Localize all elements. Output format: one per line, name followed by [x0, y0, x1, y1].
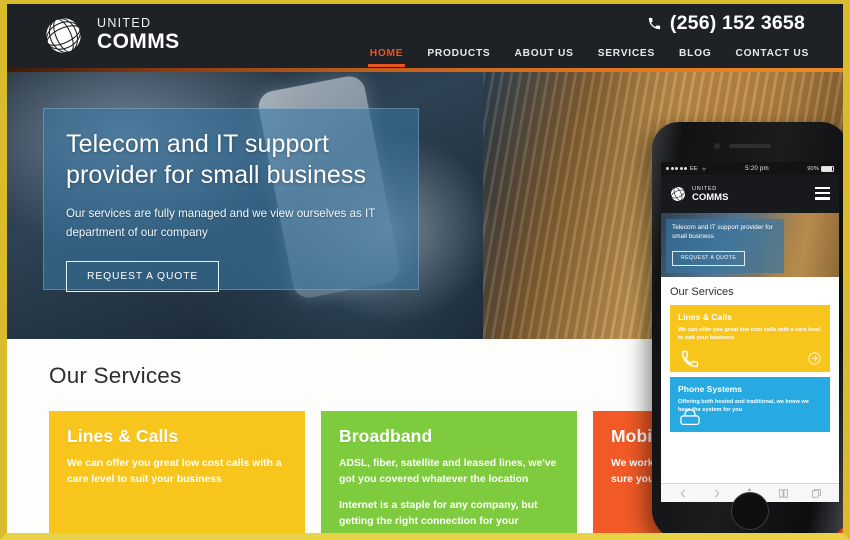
mobile-device-icon: [613, 533, 659, 540]
front-camera-icon: [714, 143, 720, 149]
brand-name-bottom: COMMS: [97, 30, 180, 54]
main-navigation: HOME PRODUCTS ABOUT US SERVICES BLOG CON…: [367, 48, 809, 67]
service-card-broadband[interactable]: Broadband ADSL, fiber, satellite and lea…: [321, 411, 577, 540]
nav-item-services[interactable]: SERVICES: [598, 48, 655, 67]
iphone-mockup: EE 5:20 pm 90% UNITED COMMS Telecom and …: [652, 122, 843, 533]
hamburger-menu-icon[interactable]: [815, 187, 830, 203]
forward-icon[interactable]: [711, 488, 722, 499]
site-header: UNITED COMMS (256) 152 3658 HOME PRODUCT…: [7, 4, 843, 68]
device-card-title: Phone Systems: [678, 384, 742, 394]
desk-phone-icon: [680, 409, 700, 426]
back-icon[interactable]: [678, 488, 689, 499]
nav-item-about-us[interactable]: ABOUT US: [514, 48, 573, 67]
arrow-right-circle-icon[interactable]: [808, 352, 821, 365]
nav-item-contact-us[interactable]: CONTACT US: [735, 48, 809, 67]
device-screen: EE 5:20 pm 90% UNITED COMMS Telecom and …: [661, 162, 839, 502]
wifi-icon: [701, 167, 706, 171]
home-button[interactable]: [731, 492, 769, 530]
globe-icon: [670, 186, 686, 202]
nav-item-products[interactable]: PRODUCTS: [427, 48, 490, 67]
hero-subtitle: Our services are fully managed and we vi…: [66, 207, 376, 239]
header-phone-number: (256) 152 3658: [669, 12, 805, 34]
earpiece-speaker: [729, 144, 771, 148]
device-status-bar: EE 5:20 pm 90%: [661, 162, 839, 175]
nav-item-home[interactable]: HOME: [367, 48, 405, 67]
signal-strength-icon: [666, 167, 687, 170]
header-accent-bar: [7, 68, 843, 72]
service-card-title: Lines & Calls: [67, 426, 179, 446]
service-card-title: Broadband: [339, 426, 433, 446]
request-a-quote-button[interactable]: REQUEST A QUOTE: [66, 260, 220, 292]
phone-handset-icon: [681, 350, 699, 368]
globe-icon: [45, 17, 82, 54]
device-card-text: We can offer you great low cost calls wi…: [678, 327, 821, 342]
brand-logo-text: UNITED COMMS: [97, 17, 180, 55]
device-brand-bottom: COMMS: [692, 191, 729, 203]
device-service-card-phone-systems[interactable]: Phone Systems Offering both hosted and t…: [670, 377, 830, 432]
phone-handset-icon: [69, 533, 115, 540]
nav-item-blog[interactable]: BLOG: [679, 48, 711, 67]
brand-logo[interactable]: UNITED COMMS: [41, 13, 180, 58]
battery-percent: 90%: [807, 165, 819, 172]
device-hero: Telecom and IT support provider for smal…: [661, 213, 839, 277]
device-services-heading: Our Services: [661, 277, 839, 305]
header-phone[interactable]: (256) 152 3658: [647, 12, 805, 35]
device-brand-text: UNITED COMMS: [692, 186, 728, 203]
service-card-lines-and-calls[interactable]: Lines & Calls We can offer you great low…: [49, 411, 305, 540]
device-service-card-lines-and-calls[interactable]: Lines & Calls We can offer you great low…: [670, 305, 830, 372]
hero-text-panel: Telecom and IT support provider for smal…: [43, 108, 419, 292]
device-request-a-quote-button[interactable]: REQUEST A QUOTE: [672, 250, 746, 266]
service-card-text: We can offer you great low cost calls wi…: [67, 458, 282, 486]
tabs-icon[interactable]: [811, 488, 822, 499]
carrier-label: EE: [690, 165, 698, 172]
page-frame: UNITED COMMS (256) 152 3658 HOME PRODUCT…: [0, 0, 850, 540]
device-card-title: Lines & Calls: [678, 312, 732, 322]
service-card-text-secondary: Internet is a staple for any company, bu…: [339, 500, 538, 540]
hero-title: Telecom and IT support provider for smal…: [66, 130, 367, 189]
brand-name-top: UNITED: [97, 15, 152, 30]
bookmarks-icon[interactable]: [778, 488, 789, 499]
status-time: 5:20 pm: [745, 165, 769, 172]
service-card-text: ADSL, fiber, satellite and leased lines,…: [339, 458, 557, 486]
battery-icon: [821, 165, 834, 172]
device-hero-title: Telecom and IT support provider for smal…: [672, 224, 773, 240]
phone-handset-icon: [648, 17, 661, 30]
device-hero-panel: Telecom and IT support provider for smal…: [666, 219, 784, 273]
device-site-header: UNITED COMMS: [661, 175, 839, 213]
